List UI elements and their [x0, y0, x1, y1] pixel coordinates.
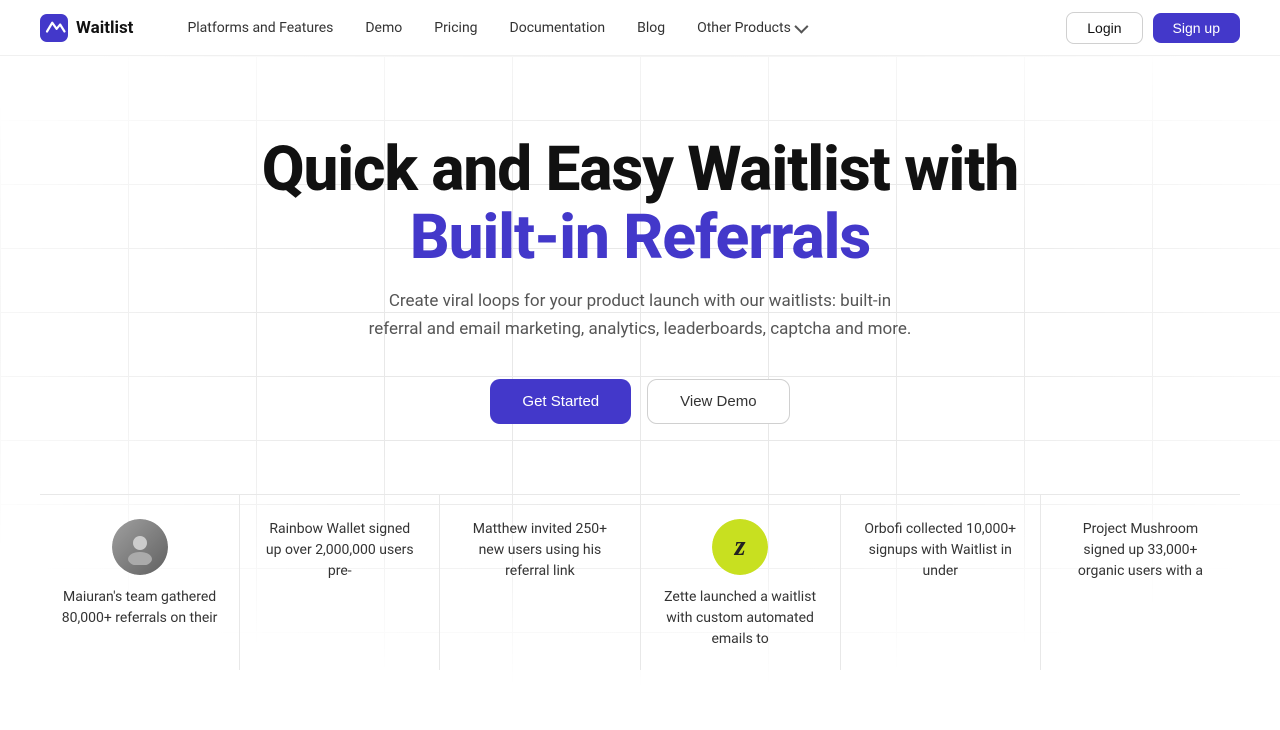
nav-pricing[interactable]: Pricing	[420, 14, 491, 42]
nav-platforms[interactable]: Platforms and Features	[173, 14, 347, 42]
testimonial-cards: Maiuran's team gathered 80,000+ referral…	[40, 494, 1240, 670]
hero-buttons: Get Started View Demo	[40, 379, 1240, 424]
zette-logo: z	[712, 519, 768, 575]
signup-button[interactable]: Sign up	[1153, 13, 1240, 43]
hero-subtitle: Create viral loops for your product laun…	[360, 288, 920, 342]
nav-demo[interactable]: Demo	[351, 14, 416, 42]
hero-content: Quick and Easy Waitlist with Built-in Re…	[40, 136, 1240, 424]
card-text: Project Mushroom signed up 33,000+ organ…	[1061, 519, 1220, 582]
hero-section: Quick and Easy Waitlist with Built-in Re…	[0, 56, 1280, 730]
avatar-zette: z	[712, 519, 768, 575]
card-mushroom: Project Mushroom signed up 33,000+ organ…	[1041, 495, 1240, 670]
avatar-image	[112, 519, 168, 575]
avatar-maiuran	[112, 519, 168, 575]
card-orbofi: Orbofi collected 10,000+ signups with Wa…	[841, 495, 1041, 670]
nav-blog[interactable]: Blog	[623, 14, 679, 42]
card-zette: z Zette launched a waitlist with custom …	[641, 495, 841, 670]
nav-links: Platforms and Features Demo Pricing Docu…	[173, 14, 1066, 42]
get-started-button[interactable]: Get Started	[490, 379, 631, 424]
nav-documentation[interactable]: Documentation	[496, 14, 620, 42]
card-text: Rainbow Wallet signed up over 2,000,000 …	[260, 519, 419, 582]
login-button[interactable]: Login	[1066, 12, 1142, 44]
hero-title: Quick and Easy Waitlist with Built-in Re…	[40, 136, 1240, 272]
logo-icon	[40, 14, 68, 42]
card-maiuran: Maiuran's team gathered 80,000+ referral…	[40, 495, 240, 670]
nav-actions: Login Sign up	[1066, 12, 1240, 44]
nav-other-products[interactable]: Other Products	[683, 14, 819, 42]
view-demo-button[interactable]: View Demo	[647, 379, 789, 424]
card-text: Maiuran's team gathered 80,000+ referral…	[60, 587, 219, 629]
card-text: Zette launched a waitlist with custom au…	[661, 587, 820, 650]
logo[interactable]: Waitlist	[40, 14, 133, 42]
chevron-down-icon	[794, 19, 808, 33]
navbar: Waitlist Platforms and Features Demo Pri…	[0, 0, 1280, 56]
card-matthew: Matthew invited 250+ new users using his…	[440, 495, 640, 670]
logo-text: Waitlist	[76, 18, 133, 38]
card-rainbow: Rainbow Wallet signed up over 2,000,000 …	[240, 495, 440, 670]
card-text: Matthew invited 250+ new users using his…	[460, 519, 619, 582]
card-text: Orbofi collected 10,000+ signups with Wa…	[861, 519, 1020, 582]
